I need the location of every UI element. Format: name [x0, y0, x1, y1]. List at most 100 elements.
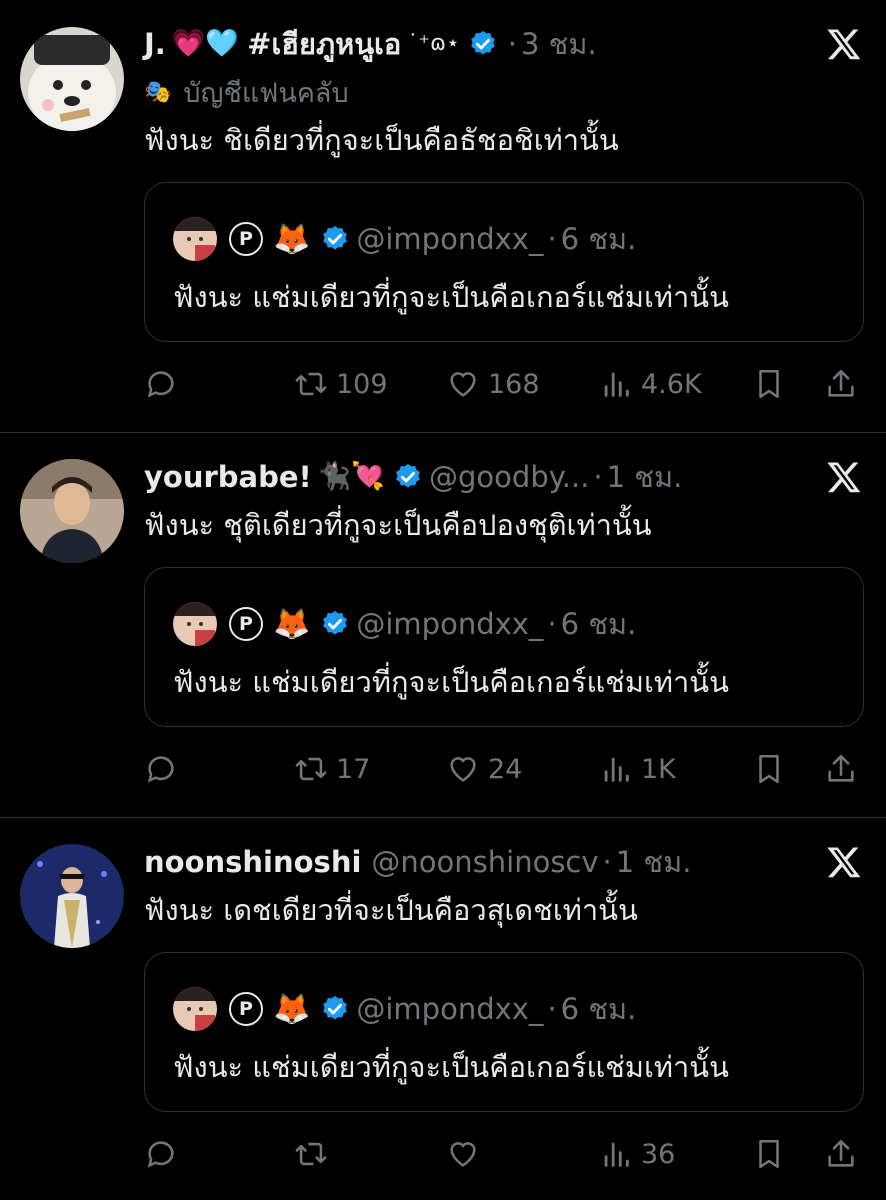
share-button[interactable]	[824, 1134, 866, 1174]
display-name-suffix[interactable]: #เฮียภูหนูเอ	[247, 24, 401, 64]
p-circle-icon: P	[229, 607, 263, 641]
name-emojis: 💗🩵	[171, 28, 240, 59]
share-button[interactable]	[824, 364, 866, 404]
like-count: 168	[488, 368, 540, 400]
fox-emoji: 🦊	[273, 221, 311, 257]
views-icon	[604, 372, 629, 397]
quoted-tweet-header: P 🦊 @impondxx_ · 6 ชม.	[173, 987, 637, 1031]
quoted-timestamp: 6 ชม.	[560, 222, 637, 256]
repost-icon	[295, 757, 327, 781]
quoted-tweet[interactable]: P 🦊 @impondxx_ · 6 ชม. ฟังนะ แช่มเดียวที…	[144, 567, 864, 727]
name-emojis: 🐈‍⬛💘	[317, 461, 386, 492]
bookmark-button[interactable]	[752, 364, 794, 404]
like-count: 24	[488, 753, 523, 785]
separator-dot: ·	[602, 845, 612, 879]
share-icon	[828, 1139, 854, 1167]
views-button[interactable]: 4.6K	[599, 364, 702, 404]
repost-button[interactable]	[294, 1134, 336, 1174]
views-button[interactable]: 1K	[599, 749, 676, 789]
heart-icon	[450, 1142, 476, 1167]
quoted-timestamp: 6 ชม.	[560, 992, 637, 1026]
bookmark-button[interactable]	[752, 1134, 794, 1174]
timestamp[interactable]: 3 ชม.	[521, 24, 597, 64]
x-logo-icon[interactable]	[826, 844, 862, 880]
share-icon	[828, 754, 854, 782]
quoted-tweet[interactable]: P 🦊 @impondxx_ · 6 ชม. ฟังนะ แช่มเดียวที…	[144, 182, 864, 342]
verified-badge-icon	[320, 224, 350, 254]
tweet-1[interactable]: J. 💗🩵 #เฮียภูหนูเอ ˙⁺ɷ⋆ · 3 ชม. 🎭 บัญชีแ…	[0, 0, 886, 432]
like-button[interactable]	[446, 1134, 488, 1174]
repost-count: 17	[336, 753, 371, 785]
display-name[interactable]: yourbabe!	[144, 457, 312, 497]
x-logo-icon[interactable]	[826, 26, 862, 62]
separator-dot: ·	[507, 27, 517, 61]
verified-badge-icon	[468, 29, 498, 59]
fanclub-label: 🎭 บัญชีแฟนคลับ	[144, 74, 349, 110]
reply-icon	[147, 756, 174, 783]
share-button[interactable]	[824, 749, 866, 789]
handle[interactable]: @goodby...	[429, 457, 589, 497]
tweet-text: ฟังนะ ชุติเดียวที่กูจะเป็นคือปองชุติเท่า…	[144, 508, 652, 542]
like-button[interactable]: 24	[446, 749, 522, 789]
quoted-tweet[interactable]: P 🦊 @impondxx_ · 6 ชม. ฟังนะ แช่มเดียวที…	[144, 952, 864, 1112]
separator-dot: ·	[547, 607, 557, 641]
repost-count: 109	[336, 368, 388, 400]
timestamp[interactable]: 1 ชม.	[616, 842, 692, 882]
display-name-deco: ˙⁺ɷ⋆	[407, 31, 460, 56]
repost-button[interactable]: 109	[294, 364, 388, 404]
fox-emoji: 🦊	[273, 606, 311, 642]
theater-mask-icon: 🎭	[144, 79, 172, 105]
repost-icon	[295, 372, 327, 396]
action-bar: 36	[144, 1134, 864, 1174]
separator-dot: ·	[547, 992, 557, 1026]
quoted-avatar	[173, 602, 217, 646]
timestamp[interactable]: 1 ชม.	[607, 457, 683, 497]
fanclub-text: บัญชีแฟนคลับ	[183, 77, 349, 109]
tweet-text: ฟังนะ เดชเดียวที่จะเป็นคือวสุเดชเท่านั้น	[144, 893, 638, 927]
quoted-handle[interactable]: @impondxx_	[356, 607, 543, 641]
verified-badge-icon	[320, 609, 350, 639]
tweet-header: yourbabe! 🐈‍⬛💘 @goodby... · 1 ชม.	[144, 457, 682, 497]
repost-button[interactable]: 17	[294, 749, 370, 789]
heart-icon	[450, 372, 476, 397]
action-bar: 17 24 1K	[144, 749, 864, 789]
repost-icon	[295, 1142, 327, 1166]
reply-button[interactable]	[144, 1134, 186, 1174]
display-name[interactable]: J.	[144, 24, 166, 64]
quoted-text: ฟังนะ แช่มเดียวที่กูจะเป็นคือเกอร์แช่มเท…	[173, 280, 729, 314]
tweet-header: noonshinoshi @noonshinoscv · 1 ชม.	[144, 842, 691, 882]
x-logo-icon[interactable]	[826, 459, 862, 495]
reply-icon	[147, 371, 174, 398]
avatar-person[interactable]	[20, 459, 124, 563]
quoted-handle[interactable]: @impondxx_	[356, 222, 543, 256]
views-icon	[604, 1142, 629, 1167]
quoted-tweet-header: P 🦊 @impondxx_ · 6 ชม.	[173, 217, 637, 261]
quoted-handle[interactable]: @impondxx_	[356, 992, 543, 1026]
tweet-text: ฟังนะ ชิเดียวที่กูจะเป็นคือธัชอชิเท่านั้…	[144, 123, 619, 157]
bookmark-icon	[759, 1139, 779, 1169]
views-count: 36	[641, 1138, 676, 1170]
quoted-avatar	[173, 217, 217, 261]
avatar-dog[interactable]	[20, 27, 124, 131]
like-button[interactable]: 168	[446, 364, 540, 404]
views-button[interactable]: 36	[599, 1134, 675, 1174]
verified-badge-icon	[320, 994, 350, 1024]
share-icon	[828, 369, 854, 397]
display-name[interactable]: noonshinoshi	[144, 842, 361, 882]
avatar-performer[interactable]	[20, 844, 124, 948]
separator-dot: ·	[593, 460, 603, 494]
quoted-avatar	[173, 987, 217, 1031]
tweet-3[interactable]: noonshinoshi @noonshinoscv · 1 ชม. ฟังนะ…	[0, 818, 886, 1200]
bookmark-icon	[759, 754, 779, 784]
reply-icon	[147, 1141, 174, 1168]
quoted-timestamp: 6 ชม.	[560, 607, 637, 641]
handle[interactable]: @noonshinoscv	[371, 842, 598, 882]
tweet-2[interactable]: yourbabe! 🐈‍⬛💘 @goodby... · 1 ชม. ฟังนะ …	[0, 433, 886, 817]
bookmark-button[interactable]	[752, 749, 794, 789]
quoted-text: ฟังนะ แช่มเดียวที่กูจะเป็นคือเกอร์แช่มเท…	[173, 665, 729, 699]
reply-button[interactable]	[144, 749, 186, 789]
heart-icon	[450, 757, 476, 782]
quoted-text: ฟังนะ แช่มเดียวที่กูจะเป็นคือเกอร์แช่มเท…	[173, 1050, 729, 1084]
views-icon	[604, 757, 629, 782]
reply-button[interactable]	[144, 364, 186, 404]
